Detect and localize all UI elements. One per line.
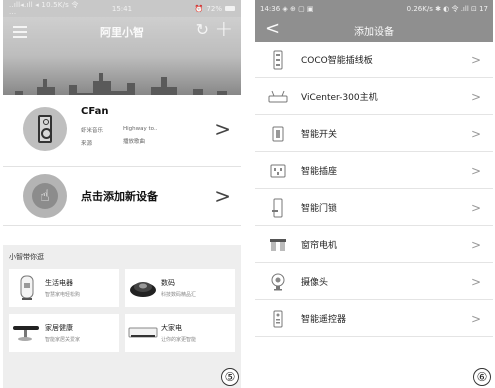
device-type-row[interactable]: COCO智能插线板 > — [255, 42, 493, 78]
chevron-right-icon: > — [470, 52, 481, 67]
page-title: 添加设备 — [354, 27, 394, 38]
door-lock-icon — [255, 198, 301, 218]
chevron-right-icon: > — [470, 311, 481, 326]
chevron-right-icon[interactable]: > — [214, 117, 231, 141]
speaker-dome-icon — [125, 272, 161, 304]
phone-screen-left: ..ıll◂.ıll ◂ 10.5K/s 令 ··· 15:41 ⏰ 72% 阿… — [3, 0, 241, 388]
add-device-label: 点击添加新设备 — [81, 190, 158, 203]
device-type-row[interactable]: 智能遥控器 > — [255, 301, 493, 337]
song-name-label: 播放歌曲 — [123, 138, 146, 145]
chevron-right-icon: > — [470, 126, 481, 141]
tile-subtitle: 智能家居关爱家 — [45, 337, 81, 343]
device-type-label: COCO智能插线板 — [301, 56, 373, 66]
router-icon — [255, 90, 301, 104]
tile-name: 生活电器 — [45, 279, 73, 287]
alarm-icon: ⏰ — [194, 4, 204, 13]
status-bar: ..ıll◂.ıll ◂ 10.5K/s 令 ··· 15:41 ⏰ 72% — [3, 0, 241, 18]
status-time: 14:36 ◈ ⊕ ▢ ▣ — [260, 4, 314, 13]
category-tile[interactable]: 数码 科技数码精品汇 — [125, 269, 235, 307]
device-type-row[interactable]: ViCenter-300主机 > — [255, 79, 493, 115]
device-type-label: 智能开关 — [301, 130, 338, 140]
add-icon[interactable]: + — [215, 17, 233, 42]
category-tile[interactable]: 生活电器 智慧家电轻松购 — [9, 269, 119, 307]
tile-subtitle: 智慧家电轻松购 — [45, 292, 81, 298]
chevron-right-icon: > — [470, 200, 481, 215]
air-purifier-icon — [9, 272, 45, 304]
device-avatar — [23, 106, 67, 151]
status-bar: 14:36 ◈ ⊕ ▢ ▣ 0.26K/s ✱ ◐ 令 .ıll ⊡ 17 — [255, 0, 493, 17]
chevron-right-icon: > — [470, 89, 481, 104]
status-time: 15:41 — [111, 4, 133, 13]
page-header: < 添加设备 — [255, 17, 493, 42]
device-type-label: 智能插座 — [301, 167, 338, 177]
figure-marker: ⑥ — [473, 368, 491, 386]
status-icons: 0.26K/s ✱ ◐ 令 .ıll ⊡ 17 — [406, 4, 488, 13]
remote-control-icon — [255, 310, 301, 328]
device-type-row[interactable]: 摄像头 > — [255, 264, 493, 300]
chevron-right-icon[interactable]: > — [214, 184, 231, 208]
device-type-label: 窗帘电机 — [301, 241, 338, 251]
battery-percent: 72% — [206, 4, 222, 13]
device-type-label: 智能门锁 — [301, 204, 338, 214]
camera-icon — [255, 273, 301, 291]
phone-screen-right: 14:36 ◈ ⊕ ▢ ▣ 0.26K/s ✱ ◐ 令 .ıll ⊡ 17 < … — [255, 0, 493, 388]
device-type-row[interactable]: 智能插座 > — [255, 153, 493, 189]
category-tile[interactable]: 大家电 让你的家更智能 — [125, 314, 235, 352]
device-type-label: 智能遥控器 — [301, 315, 347, 325]
device-card[interactable]: CFan 虾米音乐 来源 Highway to.. 播放歌曲 > — [3, 95, 241, 162]
refresh-icon[interactable]: ↻ — [196, 20, 209, 39]
speaker-icon — [38, 114, 52, 143]
chevron-right-icon: > — [470, 274, 481, 289]
category-tile[interactable]: 家居健康 智能家居关爱家 — [9, 314, 119, 352]
socket-icon — [255, 164, 301, 178]
add-device-card[interactable]: ☝ 点击添加新设备 > — [3, 166, 241, 226]
chevron-right-icon: > — [470, 163, 481, 178]
scale-icon — [9, 317, 45, 349]
tile-subtitle: 科技数码精品汇 — [161, 292, 197, 298]
tile-name: 数码 — [161, 279, 175, 287]
device-type-label: 摄像头 — [301, 278, 329, 288]
tile-subtitle: 让你的家更智能 — [161, 337, 197, 343]
device-type-row[interactable]: 窗帘电机 > — [255, 227, 493, 263]
tap-hand-icon: ☝ — [40, 186, 50, 205]
music-source-label: 来源 — [81, 140, 93, 147]
device-type-label: ViCenter-300主机 — [301, 93, 378, 103]
chevron-right-icon: > — [470, 237, 481, 252]
device-name: CFan — [81, 105, 109, 117]
battery-icon — [224, 6, 235, 11]
music-source: 虾米音乐 — [81, 127, 104, 134]
recommend-title: 小智带你逛 — [9, 253, 44, 261]
signal-status: ..ıll◂.ıll ◂ 10.5K/s 令 ··· — [9, 0, 79, 18]
add-device-avatar: ☝ — [23, 174, 67, 218]
recommend-section: 小智带你逛 生活电器 智慧家电轻松购 数码 科技数码精品汇 家居健康 智能家居关… — [3, 245, 241, 388]
power-strip-icon — [255, 50, 301, 70]
figure-marker: ⑤ — [221, 368, 239, 386]
tile-name: 家居健康 — [45, 324, 73, 332]
air-conditioner-icon — [125, 317, 161, 349]
song-name: Highway to.. — [123, 125, 158, 132]
tile-name: 大家电 — [161, 324, 182, 332]
curtain-motor-icon — [255, 238, 301, 252]
switch-icon — [255, 126, 301, 142]
device-type-row[interactable]: 智能开关 > — [255, 116, 493, 152]
device-type-row[interactable]: 智能门锁 > — [255, 190, 493, 226]
